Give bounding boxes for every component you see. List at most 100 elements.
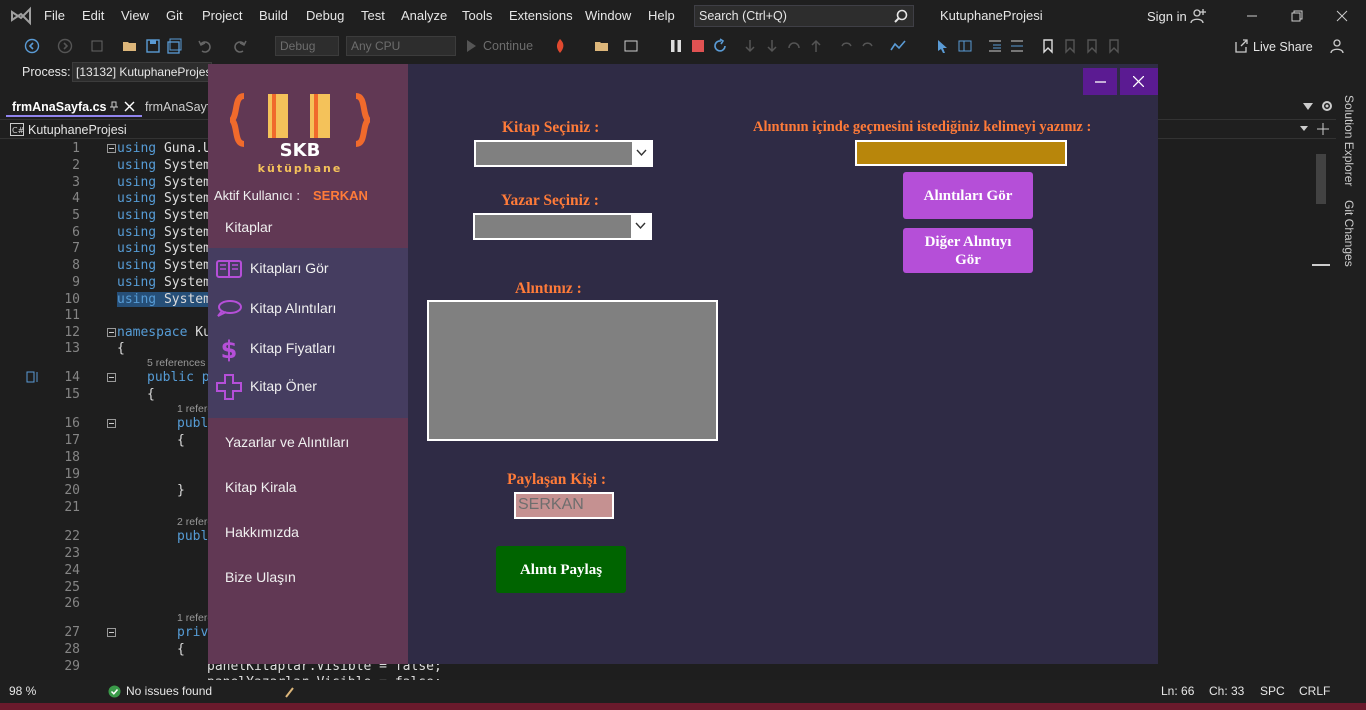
split-editor-icon[interactable]	[1316, 122, 1330, 136]
fold-toggle[interactable]	[107, 628, 116, 637]
submenu-item-kitap-oner[interactable]: Kitap Öner	[208, 372, 408, 402]
book-select-dropdown[interactable]	[474, 140, 653, 167]
close-tab-icon[interactable]	[124, 101, 135, 112]
save-all-icon[interactable]	[167, 38, 183, 54]
form-close-button[interactable]	[1120, 68, 1158, 95]
chevron-down-icon[interactable]	[632, 142, 651, 165]
tab-dropdown-icon[interactable]	[1303, 103, 1313, 111]
account-icon[interactable]	[1190, 8, 1206, 24]
issues-status[interactable]: No issues found	[126, 684, 212, 698]
menu-edit[interactable]: Edit	[82, 8, 104, 23]
menu-kitaplar[interactable]: Kitaplar	[225, 219, 272, 235]
restart-icon[interactable]	[712, 38, 728, 54]
restore-icon[interactable]	[1287, 6, 1307, 26]
project-scope-dropdown[interactable]: KutuphaneProjesi	[28, 123, 127, 137]
pin-icon[interactable]	[109, 101, 119, 111]
bookmark-icon[interactable]	[1040, 38, 1056, 54]
configuration-dropdown[interactable]: Debug	[275, 36, 339, 56]
menu-yazarlar[interactable]: Yazarlar ve Alıntıları	[225, 434, 349, 450]
process-dropdown[interactable]: [13132] KutuphaneProjes	[72, 62, 212, 82]
codelens-references[interactable]: 5 references	[147, 357, 205, 369]
sharer-input[interactable]: SERKAN	[514, 492, 614, 519]
menu-debug[interactable]: Debug	[306, 8, 344, 23]
search-input[interactable]: Search (Ctrl+Q)	[694, 5, 914, 27]
menu-hakkimizda[interactable]: Hakkımızda	[225, 524, 299, 540]
fold-toggle[interactable]	[107, 144, 116, 153]
folder-icon[interactable]	[594, 38, 610, 54]
fold-toggle[interactable]	[107, 328, 116, 337]
author-select-dropdown[interactable]	[473, 213, 652, 240]
menu-project[interactable]: Project	[202, 8, 242, 23]
submenu-item-kitaplari-gor[interactable]: Kitapları Gör	[208, 254, 408, 284]
submenu-item-kitap-fiyatlari[interactable]: $ Kitap Fiyatları	[208, 334, 408, 364]
step-back-icon[interactable]	[786, 38, 802, 54]
comment-undo-icon[interactable]	[838, 38, 854, 54]
menu-bize-ulasin[interactable]: Bize Ulaşın	[225, 569, 296, 585]
line-ending-indicator[interactable]: CRLF	[1299, 684, 1330, 698]
scrollbar-thumb[interactable]	[1316, 154, 1326, 204]
window-layout-icon[interactable]	[957, 38, 973, 54]
save-icon[interactable]	[145, 38, 161, 54]
menu-kitap-kirala[interactable]: Kitap Kirala	[225, 479, 297, 495]
chevron-down-icon[interactable]	[631, 215, 650, 238]
platform-dropdown[interactable]: Any CPU	[346, 36, 456, 56]
submenu-item-kitap-alintilari[interactable]: Kitap Alıntıları	[208, 294, 408, 324]
continue-button[interactable]: Continue	[483, 39, 533, 53]
menu-extensions[interactable]: Extensions	[509, 8, 573, 23]
menu-git[interactable]: Git	[166, 8, 183, 23]
close-window-icon[interactable]	[1332, 6, 1352, 26]
new-project-icon[interactable]	[90, 38, 106, 54]
open-folder-icon[interactable]	[122, 38, 138, 54]
layout-icon[interactable]	[623, 38, 639, 54]
fold-toggle[interactable]	[107, 373, 116, 382]
nav-dropdown-icon[interactable]	[1300, 126, 1308, 132]
live-share-icon[interactable]	[1233, 38, 1249, 54]
menu-file[interactable]: File	[44, 8, 65, 23]
minimize-icon[interactable]	[1242, 6, 1262, 26]
outdent-icon[interactable]	[1009, 38, 1025, 54]
menu-build[interactable]: Build	[259, 8, 288, 23]
column-indicator[interactable]: Ch: 33	[1209, 684, 1244, 698]
whitespace-indicator[interactable]: SPC	[1260, 684, 1285, 698]
editor-vertical-scrollbar[interactable]	[1312, 140, 1330, 680]
step-over-icon[interactable]	[764, 38, 780, 54]
bookmark-prev-icon[interactable]	[1062, 38, 1078, 54]
visual-studio-logo-icon[interactable]	[10, 6, 32, 26]
back-icon[interactable]	[24, 38, 40, 54]
pause-icon[interactable]	[668, 38, 684, 54]
code-cleanup-brush-icon[interactable]	[283, 685, 297, 699]
forward-icon[interactable]	[57, 38, 73, 54]
step-out-icon[interactable]	[808, 38, 824, 54]
sign-in-link[interactable]: Sign in	[1147, 9, 1187, 24]
menu-tools[interactable]: Tools	[462, 8, 492, 23]
bookmark-next-icon[interactable]	[1084, 38, 1100, 54]
menu-view[interactable]: View	[121, 8, 149, 23]
menu-analyze[interactable]: Analyze	[401, 8, 447, 23]
tab-frmanasayfa-designer[interactable]: frmAnaSayf	[145, 100, 210, 114]
quote-textarea[interactable]	[427, 300, 718, 441]
search-word-input[interactable]	[855, 140, 1067, 166]
stop-icon[interactable]	[690, 38, 706, 54]
form-minimize-button[interactable]	[1083, 68, 1117, 95]
share-quote-button[interactable]: Alıntı Paylaş	[496, 546, 626, 593]
diagnostic-icon[interactable]	[890, 38, 906, 54]
redo-icon[interactable]	[232, 38, 248, 54]
line-indicator[interactable]: Ln: 66	[1161, 684, 1194, 698]
see-quotes-button[interactable]: Alıntıları Gör	[903, 172, 1033, 219]
feedback-icon[interactable]	[1330, 38, 1346, 54]
menu-window[interactable]: Window	[585, 8, 631, 23]
indent-icon[interactable]	[987, 38, 1003, 54]
fold-toggle[interactable]	[107, 419, 116, 428]
settings-gear-icon[interactable]	[1320, 99, 1334, 113]
comment-redo-icon[interactable]	[860, 38, 876, 54]
bookmark-clear-icon[interactable]	[1106, 38, 1122, 54]
step-into-icon[interactable]	[742, 38, 758, 54]
undo-icon[interactable]	[197, 38, 213, 54]
live-share-button[interactable]: Live Share	[1253, 40, 1313, 54]
breakpoint-glyph-icon[interactable]	[26, 370, 40, 384]
continue-play-icon[interactable]	[463, 38, 479, 54]
hot-reload-icon[interactable]	[552, 38, 568, 54]
git-changes-tab[interactable]: Git Changes	[1342, 200, 1356, 267]
menu-test[interactable]: Test	[361, 8, 385, 23]
menu-help[interactable]: Help	[648, 8, 675, 23]
